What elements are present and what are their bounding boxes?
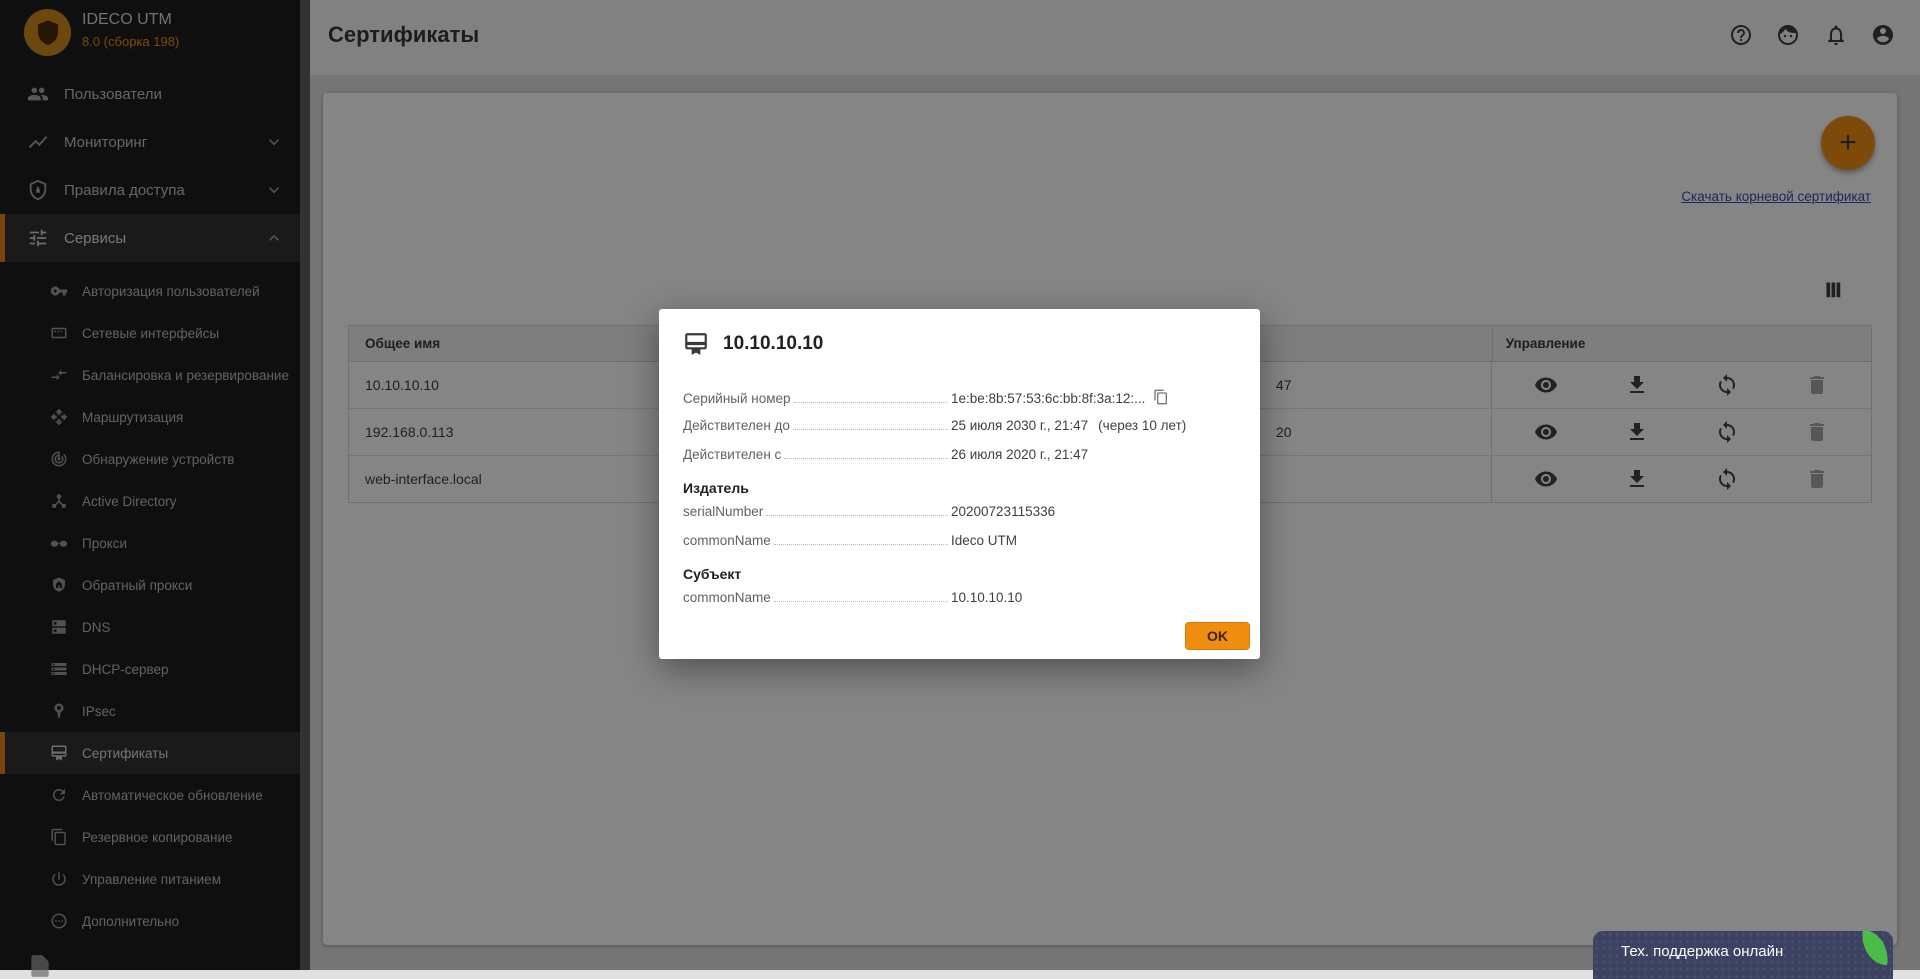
- detail-row-issuer-cn: commonName Ideco UTM: [683, 531, 1236, 560]
- copy-icon[interactable]: [1153, 389, 1169, 405]
- serial-value: 1e:be:8b:57:53:6c:bb:8f:3a:12:...: [951, 391, 1146, 406]
- detail-row-issuer-serial: serialNumber 20200723115336: [683, 502, 1236, 531]
- detail-row-valid-to: Действителен до 25 июля 2030 г., 21:47 (…: [683, 416, 1236, 445]
- issuer-cn-value: Ideco UTM: [951, 533, 1018, 548]
- dotted-leader: [773, 588, 948, 602]
- issuer-section-header: Издатель: [683, 480, 749, 496]
- issuer-cn-label: commonName: [683, 533, 771, 548]
- dotted-leader: [773, 531, 948, 545]
- valid-to-value: 25 июля 2030 г., 21:47: [951, 418, 1089, 433]
- valid-from-label: Действителен с: [683, 447, 782, 462]
- valid-to-note: (через 10 лет): [1098, 418, 1187, 433]
- certificate-details-modal: 10.10.10.10 Серийный номер 1e:be:8b:57:5…: [659, 309, 1260, 659]
- ok-button[interactable]: OK: [1185, 622, 1250, 650]
- valid-from-value: 26 июля 2020 г., 21:47: [951, 447, 1089, 462]
- leaf-icon: [1859, 931, 1891, 966]
- certificate-icon: [685, 333, 707, 355]
- detail-row-serial: Серийный номер 1e:be:8b:57:53:6c:bb:8f:3…: [683, 387, 1236, 416]
- issuer-serial-value: 20200723115336: [951, 504, 1056, 519]
- dotted-leader: [793, 389, 948, 403]
- valid-to-label: Действителен до: [683, 418, 790, 433]
- subject-section-header: Субъект: [683, 566, 742, 582]
- dotted-leader: [784, 445, 948, 459]
- detail-row-subject-cn: commonName 10.10.10.10: [683, 588, 1236, 617]
- subject-cn-value: 10.10.10.10: [951, 590, 1023, 605]
- subject-cn-label: commonName: [683, 590, 771, 605]
- support-chat-label: Тех. поддержка онлайн: [1621, 943, 1784, 960]
- issuer-serial-label: serialNumber: [683, 504, 764, 519]
- dotted-leader: [792, 416, 948, 430]
- modal-header: 10.10.10.10: [683, 331, 1236, 357]
- dotted-leader: [766, 502, 948, 516]
- modal-title: 10.10.10.10: [723, 333, 824, 354]
- serial-label: Серийный номер: [683, 391, 791, 406]
- detail-row-valid-from: Действителен с 26 июля 2020 г., 21:47: [683, 445, 1236, 474]
